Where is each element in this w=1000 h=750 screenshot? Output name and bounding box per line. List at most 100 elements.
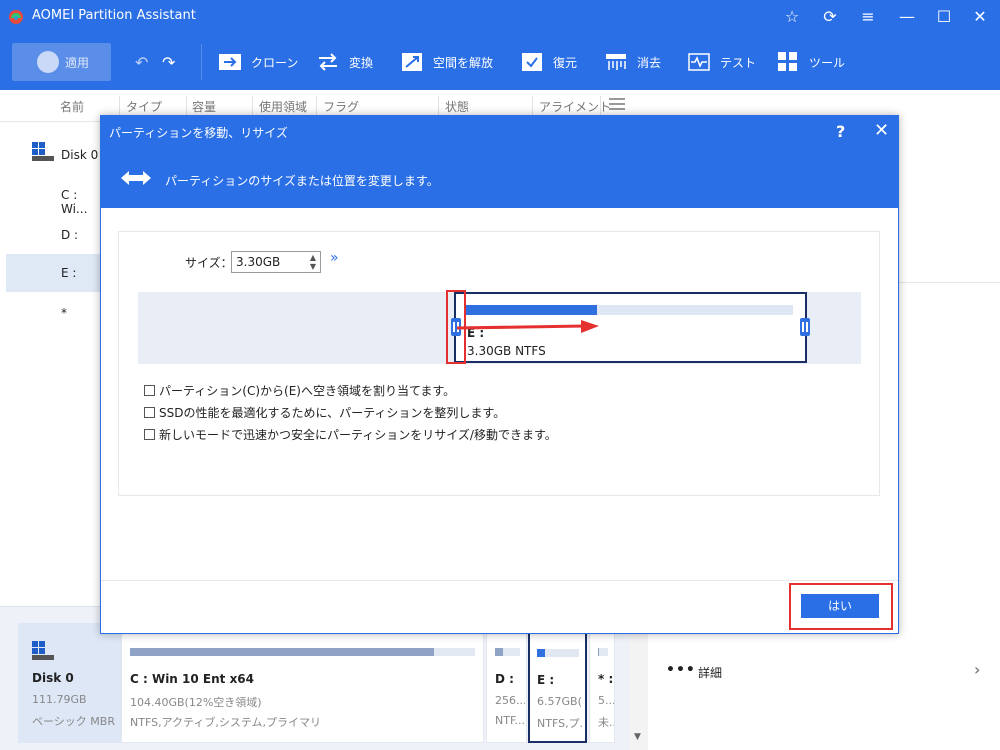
col-separator bbox=[532, 96, 533, 116]
spin-arrows-icon[interactable]: ▲ ▼ bbox=[310, 253, 316, 271]
convert-button[interactable]: 変換 bbox=[317, 34, 373, 90]
usage-bar bbox=[537, 649, 579, 657]
expand-icon[interactable]: » bbox=[330, 250, 339, 266]
partition-card-unallocated[interactable]: * : 5... 未... bbox=[589, 623, 615, 743]
disk-type: ベーシック MBR bbox=[32, 715, 115, 728]
list-item[interactable]: * bbox=[6, 294, 100, 332]
checkbox-box[interactable] bbox=[144, 429, 155, 440]
chevron-right-icon[interactable]: › bbox=[974, 660, 980, 679]
wipe-button[interactable]: 消去 bbox=[605, 34, 661, 90]
partition-size: 104.40GB(12%空き領域) bbox=[130, 696, 262, 709]
partition-usage-bar bbox=[466, 305, 793, 315]
maximize-icon[interactable]: ☐ bbox=[932, 5, 956, 29]
resize-dialog: パーティションを移動、リサイズ ? ✕ パーティションのサイズまたは位置を変更し… bbox=[100, 115, 899, 634]
refresh-icon[interactable]: ⟳ bbox=[818, 5, 842, 29]
disk-size: 111.79GB bbox=[32, 693, 87, 706]
checkbox-align-ssd[interactable]: SSDの性能を最適化するために、パーティションを整列します。 bbox=[144, 404, 505, 421]
right-resize-handle[interactable] bbox=[800, 318, 810, 336]
checkbox-box[interactable] bbox=[144, 407, 155, 418]
divider bbox=[898, 282, 1000, 283]
disk-card[interactable]: Disk 0 111.79GB ベーシック MBR bbox=[18, 623, 121, 743]
col-separator bbox=[252, 96, 253, 116]
title-bar: AOMEI Partition Assistant ☆ ⟳ ≡ — ☐ ✕ bbox=[0, 0, 1000, 34]
usage-fill bbox=[537, 649, 546, 657]
col-used[interactable]: 使用領域 bbox=[259, 98, 307, 115]
checkbox-allocate[interactable]: パーティション(C)から(E)へ空き領域を割り当てます。 bbox=[144, 382, 455, 399]
menu-icon[interactable]: ≡ bbox=[856, 5, 880, 29]
free-space-icon bbox=[401, 51, 423, 73]
apply-button[interactable]: 適用 bbox=[12, 43, 111, 81]
disk-name: Disk 0 bbox=[32, 671, 74, 685]
dialog-content: サイズ： 3.30GB ▲ ▼ » E : 3.30GB NTFS パーティション… bbox=[118, 231, 880, 496]
toolbar: 適用 ↶ ↷ クローン 変換 空間を解放 復元 消去 テスト ツール bbox=[0, 34, 1000, 90]
partition-name: C : Win 10 Ent x64 bbox=[130, 672, 255, 686]
col-separator bbox=[119, 96, 120, 116]
usage-bar bbox=[495, 648, 520, 656]
checkbox-new-mode[interactable]: 新しいモードで迅速かつ安全にパーティションをリサイズ/移動できます。 bbox=[144, 426, 557, 443]
dialog-header: パーティションを移動、リサイズ ? ✕ パーティションのサイズまたは位置を変更し… bbox=[101, 116, 898, 208]
list-item[interactable]: C : Wi... bbox=[6, 176, 100, 216]
partition-card-d[interactable]: D : 256... NTF... bbox=[486, 623, 527, 743]
list-item[interactable]: D : bbox=[6, 216, 100, 254]
redo-icon[interactable]: ↷ bbox=[162, 34, 175, 90]
clone-button[interactable]: クローン bbox=[219, 34, 298, 90]
test-icon bbox=[688, 51, 710, 73]
star-icon[interactable]: ☆ bbox=[780, 5, 804, 29]
partition-card-e[interactable]: E : 6.57GB(... NTFS,プ... bbox=[528, 623, 587, 743]
tools-icon bbox=[777, 51, 799, 73]
tools-button[interactable]: ツール bbox=[777, 34, 845, 90]
highlight-box bbox=[789, 583, 893, 630]
checkbox-label: SSDの性能を最適化するために、パーティションを整列します。 bbox=[159, 406, 506, 420]
dialog-close-icon[interactable]: ✕ bbox=[874, 120, 889, 141]
partition-usage-fill bbox=[466, 305, 597, 315]
clone-icon bbox=[219, 51, 241, 73]
minimize-icon[interactable]: — bbox=[895, 5, 919, 29]
col-flag[interactable]: フラグ bbox=[323, 98, 359, 115]
col-capacity[interactable]: 容量 bbox=[192, 98, 216, 115]
close-icon[interactable]: ✕ bbox=[968, 5, 992, 29]
partition-fs: 未... bbox=[598, 716, 614, 729]
col-separator bbox=[438, 96, 439, 116]
partition-size: 6.57GB(... bbox=[537, 695, 582, 708]
scroll-down-icon[interactable]: ▼ bbox=[634, 732, 641, 742]
list-item-label: Disk 0 bbox=[61, 148, 99, 162]
usage-bar bbox=[598, 648, 608, 656]
list-item[interactable]: Disk 0 bbox=[6, 136, 100, 174]
size-stepper[interactable]: 3.30GB ▲ ▼ bbox=[231, 251, 321, 273]
usage-bar bbox=[130, 648, 475, 656]
checkbox-box[interactable] bbox=[144, 385, 155, 396]
list-item[interactable]: E : bbox=[6, 254, 100, 292]
help-icon[interactable]: ? bbox=[836, 122, 845, 141]
list-item-label: D : bbox=[61, 228, 79, 242]
recover-icon bbox=[521, 51, 543, 73]
checkbox-label: パーティション(C)から(E)へ空き領域を割り当てます。 bbox=[159, 384, 456, 398]
check-icon bbox=[37, 51, 59, 73]
undo-icon[interactable]: ↶ bbox=[135, 34, 148, 90]
usage-fill bbox=[495, 648, 503, 656]
dialog-footer-divider bbox=[101, 580, 898, 581]
wipe-label: 消去 bbox=[637, 55, 662, 70]
arrow-right-icon bbox=[457, 320, 599, 333]
tools-label: ツール bbox=[809, 55, 846, 70]
partition-card-c[interactable]: C : Win 10 Ent x64 104.40GB(12%空き領域) NTF… bbox=[121, 623, 484, 743]
test-button[interactable]: テスト bbox=[688, 34, 756, 90]
col-separator bbox=[316, 96, 317, 116]
free-space-button[interactable]: 空間を解放 bbox=[401, 34, 493, 90]
usage-fill bbox=[130, 648, 434, 656]
partition-list: Disk 0 C : Wi... D : E : * bbox=[0, 122, 100, 606]
col-type[interactable]: タイプ bbox=[126, 98, 162, 115]
apply-label: 適用 bbox=[65, 56, 90, 70]
partition-name: * : bbox=[598, 672, 614, 686]
toolbar-separator bbox=[201, 44, 202, 80]
dialog-title: パーティションを移動、リサイズ bbox=[109, 126, 288, 140]
col-name[interactable]: 名前 bbox=[60, 98, 84, 115]
size-label: サイズ： bbox=[185, 256, 233, 270]
resize-arrows-icon bbox=[121, 171, 151, 185]
col-separator bbox=[600, 96, 601, 116]
recover-button[interactable]: 復元 bbox=[521, 34, 577, 90]
list-item-label: C : Wi... bbox=[61, 188, 88, 216]
col-separator bbox=[186, 96, 187, 116]
partition-name: D : bbox=[495, 672, 514, 686]
col-status[interactable]: 状態 bbox=[445, 98, 469, 115]
column-settings-icon[interactable] bbox=[608, 96, 626, 115]
